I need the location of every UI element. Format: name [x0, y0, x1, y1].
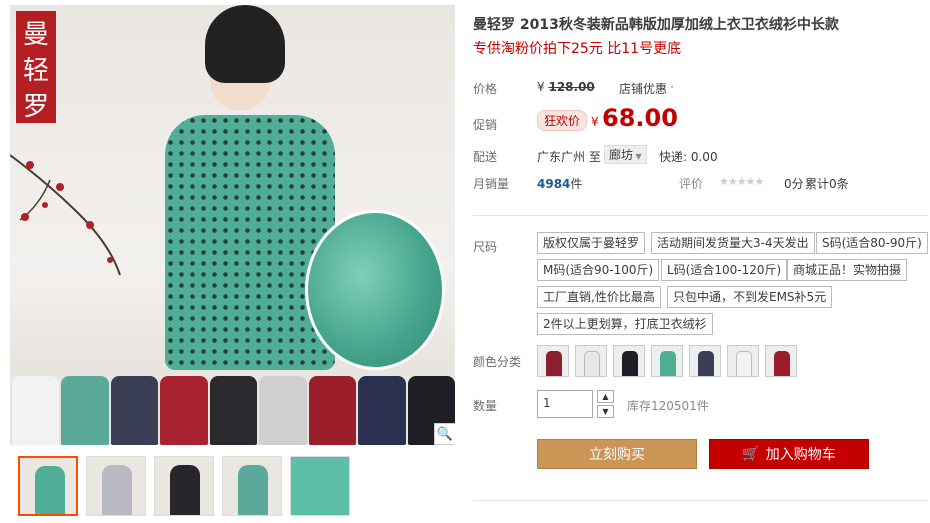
product-detail: 曼轻罗 2013秋冬装新品韩版加厚加绒上衣卫衣绒衫中长款 专供淘粉价拍下25元 …	[473, 0, 930, 523]
color-swatch[interactable]	[689, 345, 721, 377]
polka-dot-dress	[165, 115, 335, 370]
variant-shirt-image	[12, 376, 60, 445]
color-swatch[interactable]	[651, 345, 683, 377]
product-gallery: 曼 轻 罗 🔍	[0, 0, 465, 523]
review-count-link[interactable]: 累计0条	[805, 175, 849, 192]
shipping-fee: 快递: 0.00	[659, 150, 718, 164]
gallery-thumbnail[interactable]	[290, 456, 350, 516]
add-to-cart-button[interactable]: 🛒 加入购物车	[709, 439, 869, 469]
gallery-thumbnail[interactable]	[18, 456, 78, 516]
size-option[interactable]: 只包中通，不到发EMS补5元	[667, 286, 833, 308]
gallery-thumbnail[interactable]	[86, 456, 146, 516]
rating-label: 评价	[679, 177, 704, 191]
rating-stars-icon: ★★★★★	[719, 175, 764, 188]
size-option[interactable]: 版权仅属于曼轻罗	[537, 232, 646, 254]
quantity-input[interactable]: 1	[537, 390, 593, 418]
product-title: 曼轻罗 2013秋冬装新品韩版加厚加绒上衣卫衣绒衫中长款	[473, 17, 839, 33]
thumbnail-list	[18, 456, 350, 516]
size-option[interactable]: 2件以上更划算，打底卫衣绒衫	[537, 313, 713, 335]
brand-logo: 曼 轻 罗	[16, 11, 56, 123]
monthly-sales: 4984件	[537, 177, 583, 191]
size-option[interactable]: 商城正品！实物拍摄	[787, 259, 908, 281]
quantity-increase-button[interactable]: ▲	[597, 390, 614, 403]
promo-currency: ¥	[591, 115, 599, 129]
svg-text:曼: 曼	[23, 20, 49, 50]
variant-shirt-image	[209, 376, 258, 445]
stock-count: 库存120501件	[627, 399, 709, 413]
divider	[473, 215, 928, 216]
variant-shirt-image	[259, 376, 307, 445]
sales-label: 月销量	[473, 177, 510, 191]
rating-score: 0分	[784, 177, 804, 191]
size-option[interactable]: S码(适合80-90斤)	[816, 232, 928, 254]
gallery-thumbnail[interactable]	[154, 456, 214, 516]
plum-branch-decoration	[10, 154, 121, 276]
quantity-label: 数量	[473, 399, 498, 413]
svg-text:轻: 轻	[23, 56, 49, 86]
knit-hat	[205, 5, 285, 83]
main-product-image[interactable]: 曼 轻 罗 🔍	[10, 5, 455, 445]
gallery-thumbnail[interactable]	[222, 456, 282, 516]
product-subtitle: 专供淘粉价拍下25元 比11号更底	[473, 41, 682, 57]
chevron-down-icon: ˅	[667, 86, 675, 96]
color-swatch[interactable]	[613, 345, 645, 377]
shop-coupon-dropdown[interactable]: 店铺优惠 ˅	[619, 80, 674, 97]
promo-tag: 狂欢价	[537, 110, 588, 131]
variant-shirt-image	[110, 376, 159, 445]
cart-icon: 🛒	[742, 446, 760, 462]
color-variants-strip	[10, 370, 455, 445]
color-swatch[interactable]	[765, 345, 797, 377]
original-price: ¥ 128.00	[537, 80, 595, 94]
price-label: 价格	[473, 82, 498, 96]
delivery-origin: 广东广州 至	[537, 150, 601, 164]
zoom-icon[interactable]: 🔍	[434, 423, 455, 445]
divider	[473, 500, 928, 501]
brand-logo-glyphs: 曼 轻 罗	[23, 20, 49, 122]
promo-price: 68.00	[602, 104, 678, 132]
variant-shirt-image	[308, 376, 357, 445]
color-swatch[interactable]	[537, 345, 569, 377]
variant-shirt-image	[358, 376, 406, 445]
color-swatch[interactable]	[727, 345, 759, 377]
size-option[interactable]: L码(适合100-120斤)	[661, 259, 788, 281]
promo-label: 促销	[473, 118, 498, 132]
size-option[interactable]: 活动期间发货量大3-4天发出	[651, 232, 815, 254]
fabric-closeup	[305, 210, 445, 370]
caret-down-icon: ▼	[633, 152, 642, 161]
variant-shirt-image	[61, 376, 109, 445]
size-option[interactable]: 工厂直销,性价比最高	[537, 286, 661, 308]
size-label: 尺码	[473, 240, 498, 254]
buy-now-button[interactable]: 立刻购买	[537, 439, 697, 469]
delivery-label: 配送	[473, 150, 498, 164]
svg-text:罗: 罗	[23, 92, 49, 121]
color-label: 颜色分类	[473, 355, 522, 369]
color-swatch[interactable]	[575, 345, 607, 377]
size-option[interactable]: M码(适合90-100斤)	[537, 259, 660, 281]
quantity-decrease-button[interactable]: ▼	[597, 405, 614, 418]
variant-shirt-image	[160, 376, 208, 445]
delivery-destination-select[interactable]: 廊坊 ▼	[604, 145, 647, 164]
